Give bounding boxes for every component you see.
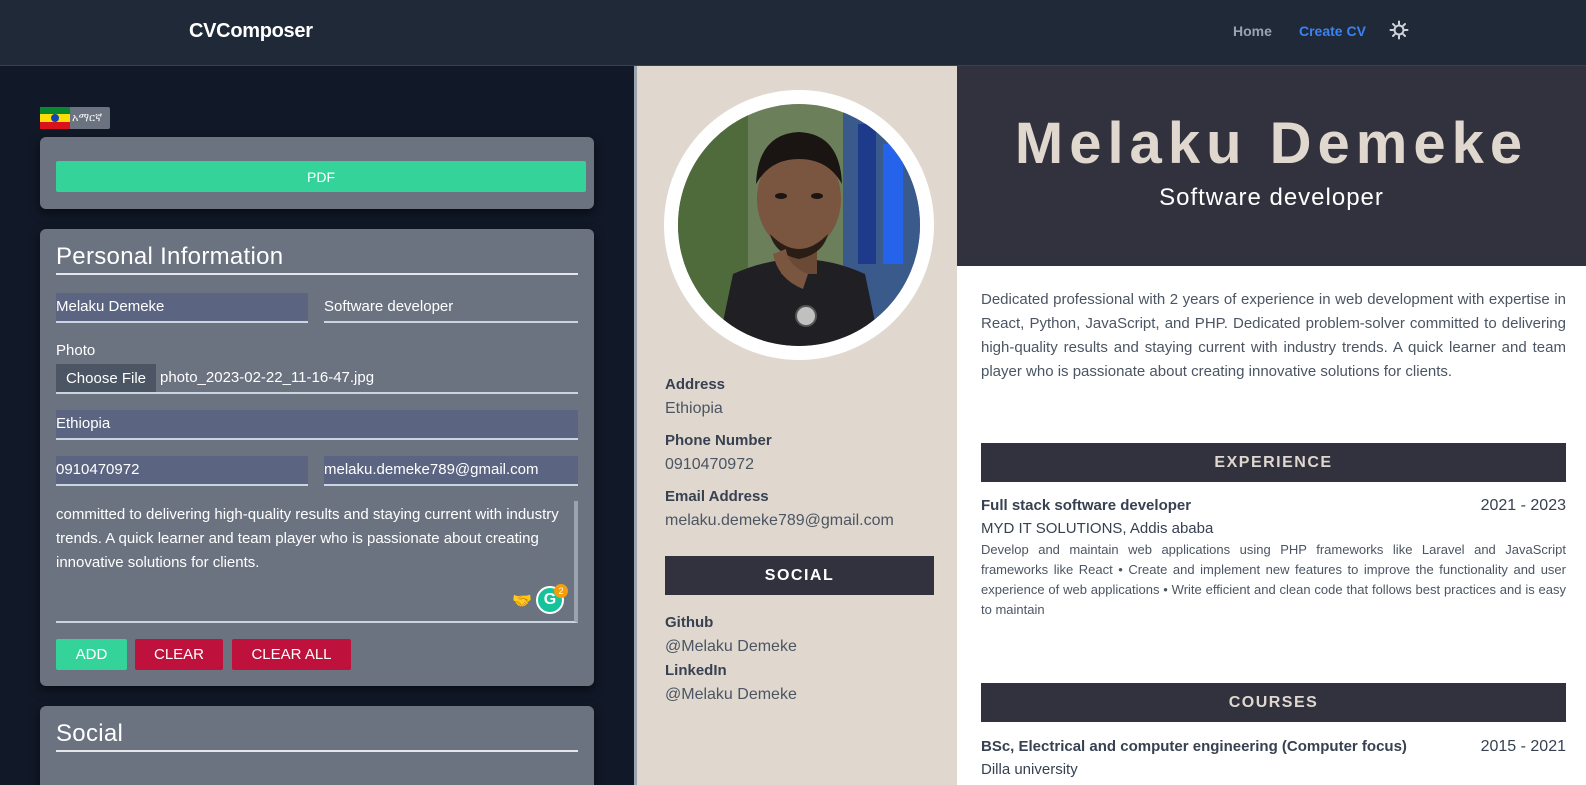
cv-header: Melaku Demeke Software developer: [957, 66, 1586, 266]
cv-role: Software developer: [1159, 184, 1384, 211]
cv-main: Melaku Demeke Software developer Dedicat…: [957, 66, 1586, 785]
github-label: Github: [665, 614, 714, 631]
phone-field[interactable]: 0910470972: [56, 456, 308, 486]
clear-all-button[interactable]: CLEAR ALL: [232, 639, 351, 670]
personal-information-title: Personal Information: [56, 243, 578, 275]
linkedin-label: LinkedIn: [665, 662, 727, 679]
experience-title: Full stack software developer: [981, 497, 1192, 514]
cv-summary: Dedicated professional with 2 years of e…: [981, 291, 1566, 380]
grammarly-count-badge: 2: [554, 584, 568, 598]
add-button[interactable]: ADD: [56, 639, 127, 670]
cv-name: Melaku Demeke: [1014, 111, 1529, 176]
profile-photo: [678, 104, 920, 346]
top-navbar: CVComposer Home Create CV: [0, 0, 1586, 66]
github-value: @Melaku Demeke: [665, 638, 797, 655]
courses-heading: COURSES: [981, 683, 1566, 722]
gear-icon[interactable]: [1389, 20, 1409, 40]
job-title-field[interactable]: Software developer: [324, 293, 578, 323]
ethiopia-flag-icon: [40, 107, 70, 129]
photo-label: Photo: [56, 342, 96, 359]
nav-create-cv-link[interactable]: Create CV: [1299, 23, 1366, 39]
brand-logo[interactable]: CVComposer: [189, 20, 313, 43]
address-value: Ethiopia: [665, 400, 723, 417]
selected-file-name: photo_2023-02-22_11-16-47.jpg: [160, 369, 375, 386]
clear-button[interactable]: CLEAR: [135, 639, 223, 670]
experience-company: MYD IT SOLUTIONS, Addis ababa: [981, 520, 1214, 537]
pdf-card: PDF: [40, 137, 594, 209]
cv-editor-panel: አማርኛ PDF Personal Information Melaku Dem…: [0, 66, 634, 785]
experience-heading: EXPERIENCE: [981, 443, 1566, 482]
email-value: melaku.demeke789@gmail.com: [665, 512, 894, 529]
linkedin-value: @Melaku Demeke: [665, 686, 797, 703]
phone-value: 0910470972: [665, 456, 754, 473]
email-label: Email Address: [665, 488, 769, 505]
photo-file-input[interactable]: Choose File photo_2023-02-22_11-16-47.jp…: [56, 364, 578, 394]
summary-textarea[interactable]: committed to delivering high-quality res…: [56, 501, 578, 623]
address-field[interactable]: Ethiopia: [56, 410, 578, 440]
choose-file-button[interactable]: Choose File: [56, 364, 156, 392]
full-name-field[interactable]: Melaku Demeke: [56, 293, 308, 323]
nav-home-link[interactable]: Home: [1233, 23, 1272, 39]
course-dates: 2015 - 2021: [1480, 738, 1566, 755]
social-card: Social: [40, 706, 594, 785]
experience-description: Develop and maintain web applications us…: [981, 542, 1566, 617]
avatar: [664, 90, 934, 360]
phone-label: Phone Number: [665, 432, 772, 449]
social-heading: SOCIAL: [665, 556, 934, 595]
language-toggle-button[interactable]: አማርኛ: [40, 107, 110, 129]
cv-sidebar: Address Ethiopia Phone Number 0910470972…: [634, 66, 957, 785]
handshake-icon[interactable]: 🤝: [512, 591, 532, 611]
course-institution: Dilla university: [981, 761, 1078, 778]
language-label: አማርኛ: [72, 111, 103, 124]
experience-dates: 2021 - 2023: [1480, 497, 1566, 514]
email-field[interactable]: melaku.demeke789@gmail.com: [324, 456, 578, 486]
pdf-button[interactable]: PDF: [56, 161, 586, 192]
social-title: Social: [56, 720, 578, 752]
personal-information-card: Personal Information Melaku Demeke Softw…: [40, 229, 594, 686]
address-label: Address: [665, 376, 726, 393]
course-title: BSc, Electrical and computer engineering…: [981, 738, 1407, 755]
